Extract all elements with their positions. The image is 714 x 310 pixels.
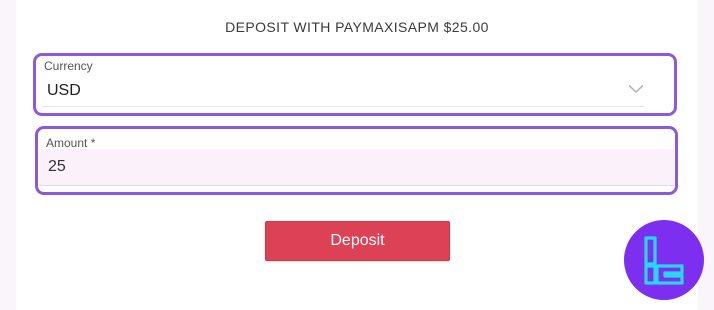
amount-label: Amount * xyxy=(46,136,96,150)
tc-logo-icon xyxy=(624,220,704,300)
currency-label: Currency xyxy=(44,59,93,73)
deposit-button[interactable]: Deposit xyxy=(265,221,450,261)
page-title: DEPOSIT WITH PAYMAXISAPM $25.00 xyxy=(225,19,489,35)
amount-field: Amount * xyxy=(35,126,678,195)
chevron-down-icon[interactable] xyxy=(628,84,644,94)
currency-underline xyxy=(42,106,644,107)
amount-input[interactable] xyxy=(39,149,674,186)
currency-value: USD xyxy=(47,82,81,99)
currency-select[interactable]: Currency USD xyxy=(33,53,677,116)
